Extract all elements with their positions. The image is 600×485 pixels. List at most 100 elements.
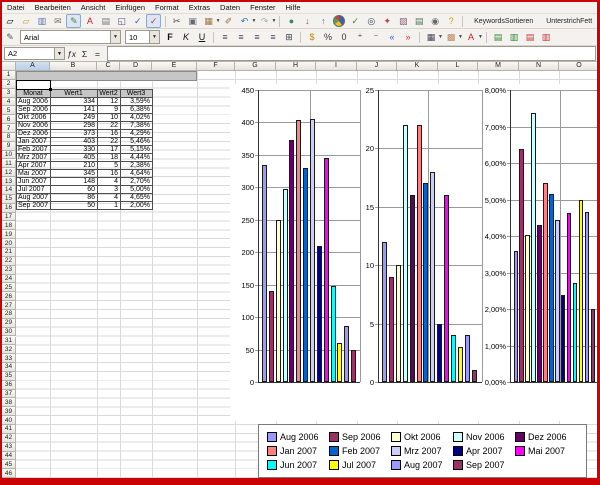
legend-item[interactable]: Aug 2006 xyxy=(267,430,329,444)
table-cell[interactable]: Dez 2006 xyxy=(17,129,51,137)
row-header-44[interactable]: 44 xyxy=(2,452,16,461)
bar-mai-2007[interactable] xyxy=(444,195,449,382)
delete-columns-icon[interactable]: ▥ xyxy=(539,30,554,44)
legend-item[interactable]: Dez 2006 xyxy=(515,430,577,444)
underline-button[interactable]: U xyxy=(195,30,210,44)
spreadsheet-grid[interactable]: ABCDEFGHIJKLMNO1234567891011121314151617… xyxy=(2,61,597,478)
row-header-22[interactable]: 22 xyxy=(2,257,16,266)
bar-sep-2006[interactable] xyxy=(389,277,394,382)
align-center-icon[interactable]: ≡ xyxy=(234,30,249,44)
table-cell[interactable]: 5,00% xyxy=(121,185,153,193)
legend-item[interactable]: Sep 2006 xyxy=(329,430,391,444)
menu-ansicht[interactable]: Ansicht xyxy=(76,3,111,12)
check-icon[interactable]: ✓ xyxy=(348,14,363,28)
insert-chart-icon[interactable] xyxy=(332,14,347,28)
italic-button[interactable]: K xyxy=(179,30,194,44)
bar-aug-2007[interactable] xyxy=(465,335,470,382)
table-header-wert3[interactable]: Wert3 xyxy=(121,89,153,97)
table-cell[interactable]: 330 xyxy=(51,145,98,153)
row-header-10[interactable]: 10 xyxy=(2,151,16,160)
email-icon[interactable]: ✉ xyxy=(50,14,65,28)
chart-legend[interactable]: Aug 2006Sep 2006Okt 2006Nov 2006Dez 2006… xyxy=(258,424,587,478)
row-header-5[interactable]: 5 xyxy=(2,106,16,115)
table-cell[interactable]: 22 xyxy=(98,121,121,129)
row-header-31[interactable]: 31 xyxy=(2,337,16,346)
edit-mode-icon[interactable]: ✎ xyxy=(66,14,81,28)
legend-item[interactable]: Sep 2007 xyxy=(453,458,515,472)
table-cell[interactable]: 6,38% xyxy=(121,105,153,113)
legend-item[interactable]: Apr 2007 xyxy=(453,444,515,458)
column-header-N[interactable]: N xyxy=(519,61,559,71)
bar-dez-2006[interactable] xyxy=(537,225,541,382)
bar-mai-2007[interactable] xyxy=(567,213,571,382)
find-replace-icon[interactable]: ◎ xyxy=(364,14,379,28)
table-cell[interactable]: 403 xyxy=(51,137,98,145)
table-cell[interactable]: Okt 2006 xyxy=(17,113,51,121)
chevron-down-icon[interactable]: ▼ xyxy=(478,34,483,40)
column-header-F[interactable]: F xyxy=(197,61,235,71)
table-cell[interactable]: 148 xyxy=(51,177,98,185)
bar-jan-2007[interactable] xyxy=(543,183,547,382)
unterstrich-fett-button[interactable]: UnterstrichFett xyxy=(541,16,597,27)
legend-item[interactable]: Mai 2007 xyxy=(515,444,577,458)
table-cell[interactable]: 12 xyxy=(98,97,121,105)
bar-jun-2007[interactable] xyxy=(451,335,456,382)
row-header-6[interactable]: 6 xyxy=(2,115,16,124)
print-icon[interactable]: ▤ xyxy=(98,14,113,28)
table-cell[interactable]: 50 xyxy=(51,201,98,209)
legend-item[interactable]: Nov 2006 xyxy=(453,430,515,444)
legend-item[interactable]: Jan 2007 xyxy=(267,444,329,458)
table-cell[interactable]: Aug 2007 xyxy=(17,193,51,201)
legend-item[interactable]: Jun 2007 xyxy=(267,458,329,472)
table-cell[interactable]: 86 xyxy=(51,193,98,201)
row-header-39[interactable]: 39 xyxy=(2,407,16,416)
row-header-28[interactable]: 28 xyxy=(2,310,16,319)
chevron-down-icon[interactable]: ▼ xyxy=(149,31,159,43)
chevron-down-icon[interactable]: ▼ xyxy=(438,34,443,40)
row-header-21[interactable]: 21 xyxy=(2,248,16,257)
hyperlink-icon[interactable]: ● xyxy=(284,14,299,28)
row-header-1[interactable]: 1 xyxy=(2,71,16,80)
row-header-19[interactable]: 19 xyxy=(2,230,16,239)
bar-jul-2007[interactable] xyxy=(337,343,342,382)
bar-nov-2006[interactable] xyxy=(531,113,535,382)
decrease-indent-icon[interactable]: « xyxy=(385,30,400,44)
open-icon[interactable]: ▱ xyxy=(18,14,33,28)
table-cell[interactable]: 3 xyxy=(98,185,121,193)
menu-daten[interactable]: Daten xyxy=(215,3,245,12)
row-header-41[interactable]: 41 xyxy=(2,425,16,434)
sort-descending-icon[interactable]: ↑ xyxy=(316,14,331,28)
add-decimal-icon[interactable]: ⁺ xyxy=(353,30,368,44)
cell-reference-box[interactable]: A2 ▼ xyxy=(4,47,65,60)
row-header-43[interactable]: 43 xyxy=(2,443,16,452)
table-cell[interactable]: 60 xyxy=(51,185,98,193)
bar-sep-2006[interactable] xyxy=(269,291,274,382)
row-header-8[interactable]: 8 xyxy=(2,133,16,142)
row-header-3[interactable]: 3 xyxy=(2,89,16,98)
legend-item[interactable]: Aug 2007 xyxy=(391,458,453,472)
menu-datei[interactable]: Datei xyxy=(2,3,30,12)
row-header-25[interactable]: 25 xyxy=(2,283,16,292)
align-left-icon[interactable]: ≡ xyxy=(218,30,233,44)
table-cell[interactable]: 2,38% xyxy=(121,161,153,169)
table-cell[interactable]: Jan 2007 xyxy=(17,137,51,145)
bar-apr-2007[interactable] xyxy=(561,295,565,382)
currency-format-icon[interactable]: $ xyxy=(305,30,320,44)
row-header-14[interactable]: 14 xyxy=(2,186,16,195)
row-header-46[interactable]: 46 xyxy=(2,469,16,478)
table-cell[interactable]: 9 xyxy=(98,105,121,113)
bar-feb-2007[interactable] xyxy=(549,194,553,382)
styles-pen-icon[interactable]: ✎ xyxy=(3,30,18,44)
chevron-down-icon[interactable]: ▼ xyxy=(110,31,120,43)
gallery-icon[interactable]: ▨ xyxy=(396,14,411,28)
del-decimal-icon[interactable]: ⁻ xyxy=(369,30,384,44)
row-header-24[interactable]: 24 xyxy=(2,275,16,284)
row-header-7[interactable]: 7 xyxy=(2,124,16,133)
align-right-icon[interactable]: ≡ xyxy=(250,30,265,44)
copy-icon[interactable]: ▣ xyxy=(185,14,200,28)
keywords-sortieren-button[interactable]: KeywordsSortieren xyxy=(469,16,538,27)
table-cell[interactable]: 16 xyxy=(98,169,121,177)
background-color-icon[interactable]: ▩ xyxy=(444,30,459,44)
column-header-A[interactable]: A xyxy=(16,61,50,71)
chevron-down-icon[interactable]: ▼ xyxy=(271,18,276,24)
